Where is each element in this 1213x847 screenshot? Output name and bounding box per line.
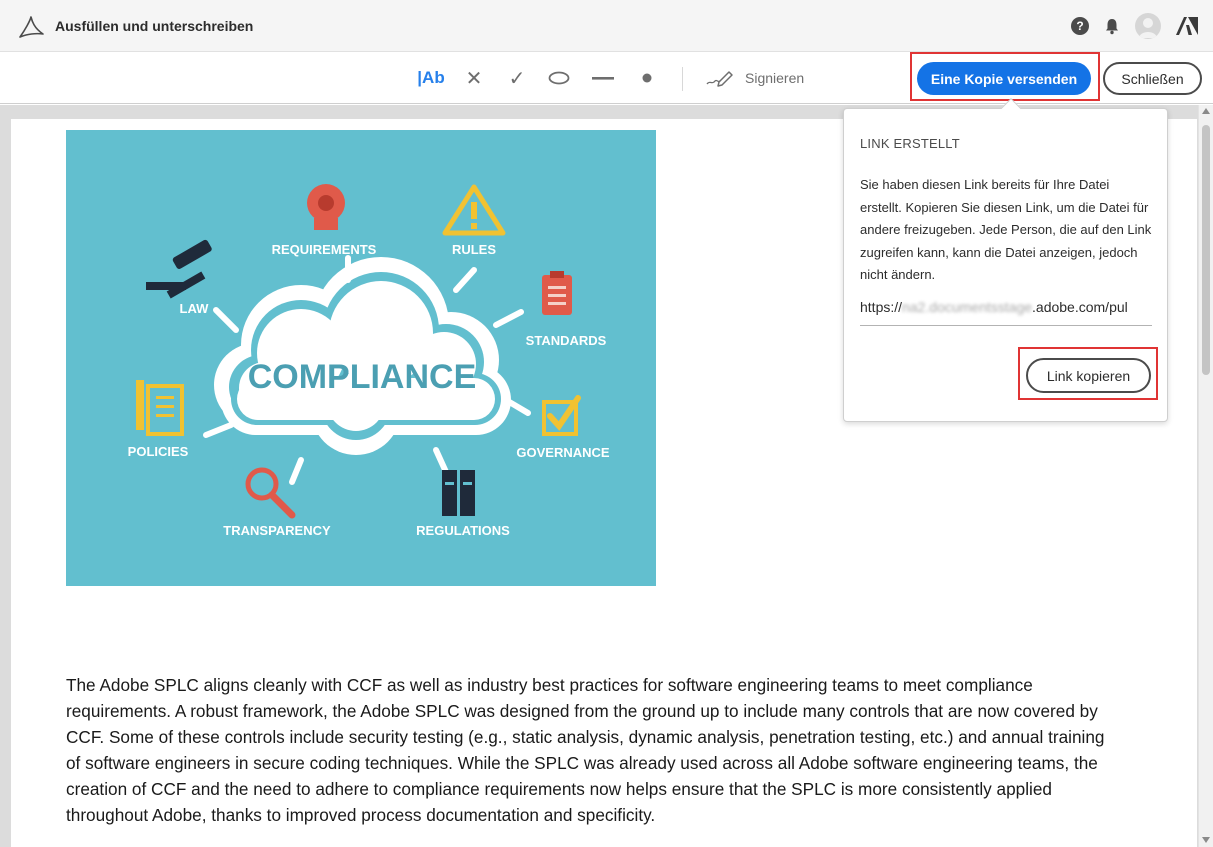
link-prefix: https:// (860, 299, 903, 315)
ellipse-tool[interactable] (548, 65, 570, 91)
close-button[interactable]: Schließen (1103, 62, 1202, 95)
document-paragraph: The Adobe SPLC aligns cleanly with CCF a… (66, 675, 1105, 825)
requirements-label: REQUIREMENTS (272, 242, 377, 257)
acrobat-logo-icon (19, 16, 44, 38)
scroll-down-arrow-icon[interactable] (1202, 837, 1210, 843)
policies-label: POLICIES (128, 444, 189, 459)
clipboard-icon (542, 271, 572, 315)
compliance-center-label: COMPLIANCE (248, 358, 477, 396)
popover-message: Sie haben diesen Link bereits für Ihre D… (860, 177, 1152, 282)
add-text-tool[interactable]: |Ab (416, 65, 446, 91)
standards-label: STANDARDS (526, 333, 607, 348)
adobe-icon[interactable] (1175, 16, 1199, 36)
line-tool[interactable] (591, 65, 615, 91)
toolbar-divider (682, 67, 683, 91)
scroll-up-arrow-icon[interactable] (1202, 108, 1210, 114)
regulations-label: REGULATIONS (416, 523, 510, 538)
transparency-label: TRANSPARENCY (223, 523, 331, 538)
scroll-thumb[interactable] (1202, 125, 1210, 375)
user-icon (1139, 18, 1157, 38)
app-header: Ausfüllen und unterschreiben ? (0, 0, 1213, 52)
checkmark-tool[interactable]: ✓ (506, 65, 528, 91)
avatar[interactable] (1135, 13, 1161, 39)
send-copy-button[interactable]: Eine Kopie versenden (917, 62, 1091, 95)
sign-label: Signieren (745, 70, 805, 86)
rules-label: RULES (452, 242, 496, 257)
sign-tool[interactable]: Signieren (705, 65, 815, 91)
compliance-illustration: COMPLIANCE REQUIREMENTS RULES LAW STANDA… (66, 130, 656, 586)
help-icon[interactable]: ? (1071, 17, 1089, 35)
law-label: LAW (180, 301, 210, 316)
cross-tool[interactable]: ✕ (464, 65, 484, 91)
dot-icon (642, 73, 652, 83)
bell-icon[interactable] (1103, 17, 1121, 35)
copy-link-button[interactable]: Link kopieren (1026, 358, 1151, 393)
header-icons: ? (1071, 12, 1199, 40)
share-link-field[interactable]: https://na2.documentsstage.adobe.com/pul (860, 299, 1152, 326)
app-title: Ausfüllen und unterschreiben (55, 18, 254, 34)
signature-pen-icon (706, 71, 733, 87)
dot-tool[interactable] (640, 65, 654, 91)
popover-title: LINK ERSTELLT (860, 136, 960, 151)
line-icon (592, 77, 614, 80)
vertical-scrollbar[interactable] (1198, 105, 1213, 847)
governance-label: GOVERNANCE (516, 445, 610, 460)
ellipse-icon (548, 71, 570, 85)
link-blurred-segment: na2.documentsstage (902, 299, 1033, 315)
link-suffix: .adobe.com/pul (1032, 299, 1128, 315)
